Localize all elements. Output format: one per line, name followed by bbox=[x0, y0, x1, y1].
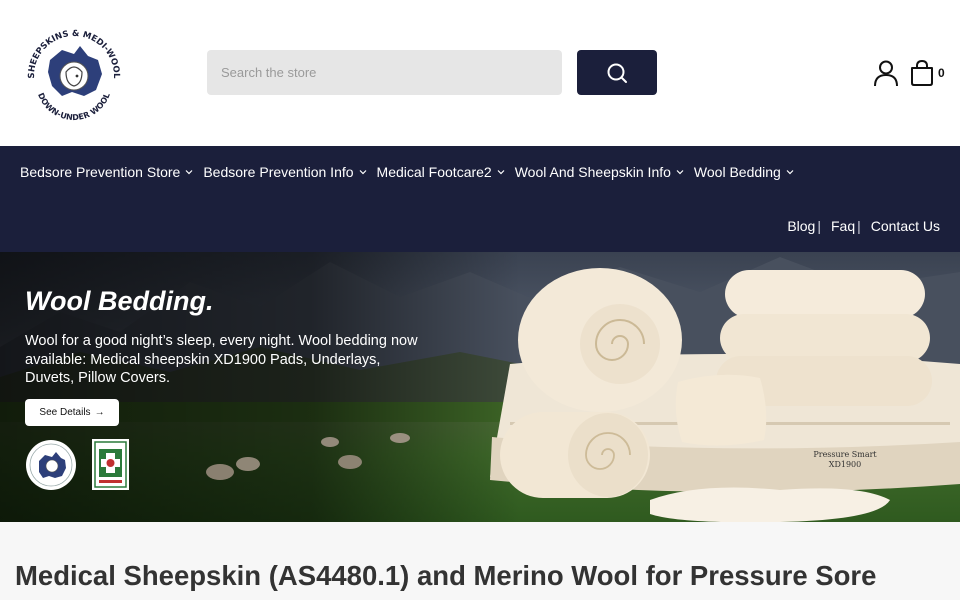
nav-secondary-links: Blog | Faq | Contact Us bbox=[787, 218, 940, 234]
certification-badge bbox=[92, 439, 129, 490]
mattress-label-brand: Pressure Smart bbox=[813, 450, 877, 459]
cart-button[interactable] bbox=[906, 58, 938, 88]
nav-item-label: Bedsore Prevention Info bbox=[203, 164, 354, 180]
main-navigation: Bedsore Prevention Store Bedsore Prevent… bbox=[0, 146, 960, 252]
nav-item-bedsore-prevention-info[interactable]: Bedsore Prevention Info bbox=[203, 164, 366, 180]
nav-item-wool-and-sheepskin-info[interactable]: Wool And Sheepskin Info bbox=[515, 164, 684, 180]
hero-banner: Wool Bedding. Wool for a good night’s sl… bbox=[0, 252, 960, 522]
nav-link-blog[interactable]: Blog bbox=[787, 218, 815, 234]
nav-separator: | bbox=[817, 218, 821, 234]
site-header: SHEEPSKINS & MEDI-WOOL DOWN-UNDER WOOL 0 bbox=[0, 0, 960, 146]
chevron-down-icon bbox=[786, 170, 794, 175]
nav-item-label: Medical Footcare2 bbox=[376, 164, 492, 180]
nav-item-label: Bedsore Prevention Store bbox=[20, 164, 181, 180]
nav-item-wool-bedding[interactable]: Wool Bedding bbox=[694, 164, 794, 180]
hero-description: Wool for a good night’s sleep, every nig… bbox=[25, 333, 418, 386]
nav-item-bedsore-prevention-store[interactable]: Bedsore Prevention Store bbox=[20, 164, 193, 180]
arrow-right-icon: → bbox=[94, 407, 105, 418]
nav-separator: | bbox=[857, 218, 861, 234]
user-icon bbox=[874, 60, 898, 87]
sheep-illustration bbox=[206, 433, 410, 480]
chevron-down-icon bbox=[185, 170, 193, 175]
search-button[interactable] bbox=[577, 50, 657, 95]
cart-count: 0 bbox=[938, 66, 945, 80]
see-details-label: See Details bbox=[39, 407, 91, 418]
see-details-button[interactable]: See Details → bbox=[25, 399, 119, 426]
search-input[interactable] bbox=[207, 50, 562, 95]
nav-link-faq[interactable]: Faq bbox=[831, 218, 855, 234]
nav-link-contact-us[interactable]: Contact Us bbox=[871, 218, 940, 234]
page-title: Medical Sheepskin (AS4480.1) and Merino … bbox=[15, 560, 877, 591]
brand-badge bbox=[25, 439, 77, 491]
search-box bbox=[207, 50, 562, 95]
wool-bedding-image: Pressure Smart XD1900 bbox=[490, 268, 960, 522]
nav-item-label: Wool And Sheepskin Info bbox=[514, 164, 671, 180]
shopping-bag-icon bbox=[911, 59, 933, 86]
main-content: Medical Sheepskin (AS4480.1) and Merino … bbox=[0, 522, 960, 600]
chevron-down-icon bbox=[676, 170, 684, 175]
chevron-down-icon bbox=[359, 170, 366, 175]
nav-menu: Bedsore Prevention Store Bedsore Prevent… bbox=[20, 164, 804, 180]
nav-item-label: Wool Bedding bbox=[693, 164, 781, 180]
chevron-down-icon bbox=[497, 170, 505, 175]
mattress-label-model: XD1900 bbox=[829, 460, 861, 469]
hero-title: Wool Bedding. bbox=[25, 286, 214, 316]
brand-logo[interactable]: SHEEPSKINS & MEDI-WOOL DOWN-UNDER WOOL bbox=[22, 20, 124, 126]
search-icon bbox=[607, 63, 627, 83]
account-button[interactable] bbox=[871, 58, 901, 88]
nav-item-medical-footcare[interactable]: Medical Footcare2 bbox=[377, 164, 505, 180]
